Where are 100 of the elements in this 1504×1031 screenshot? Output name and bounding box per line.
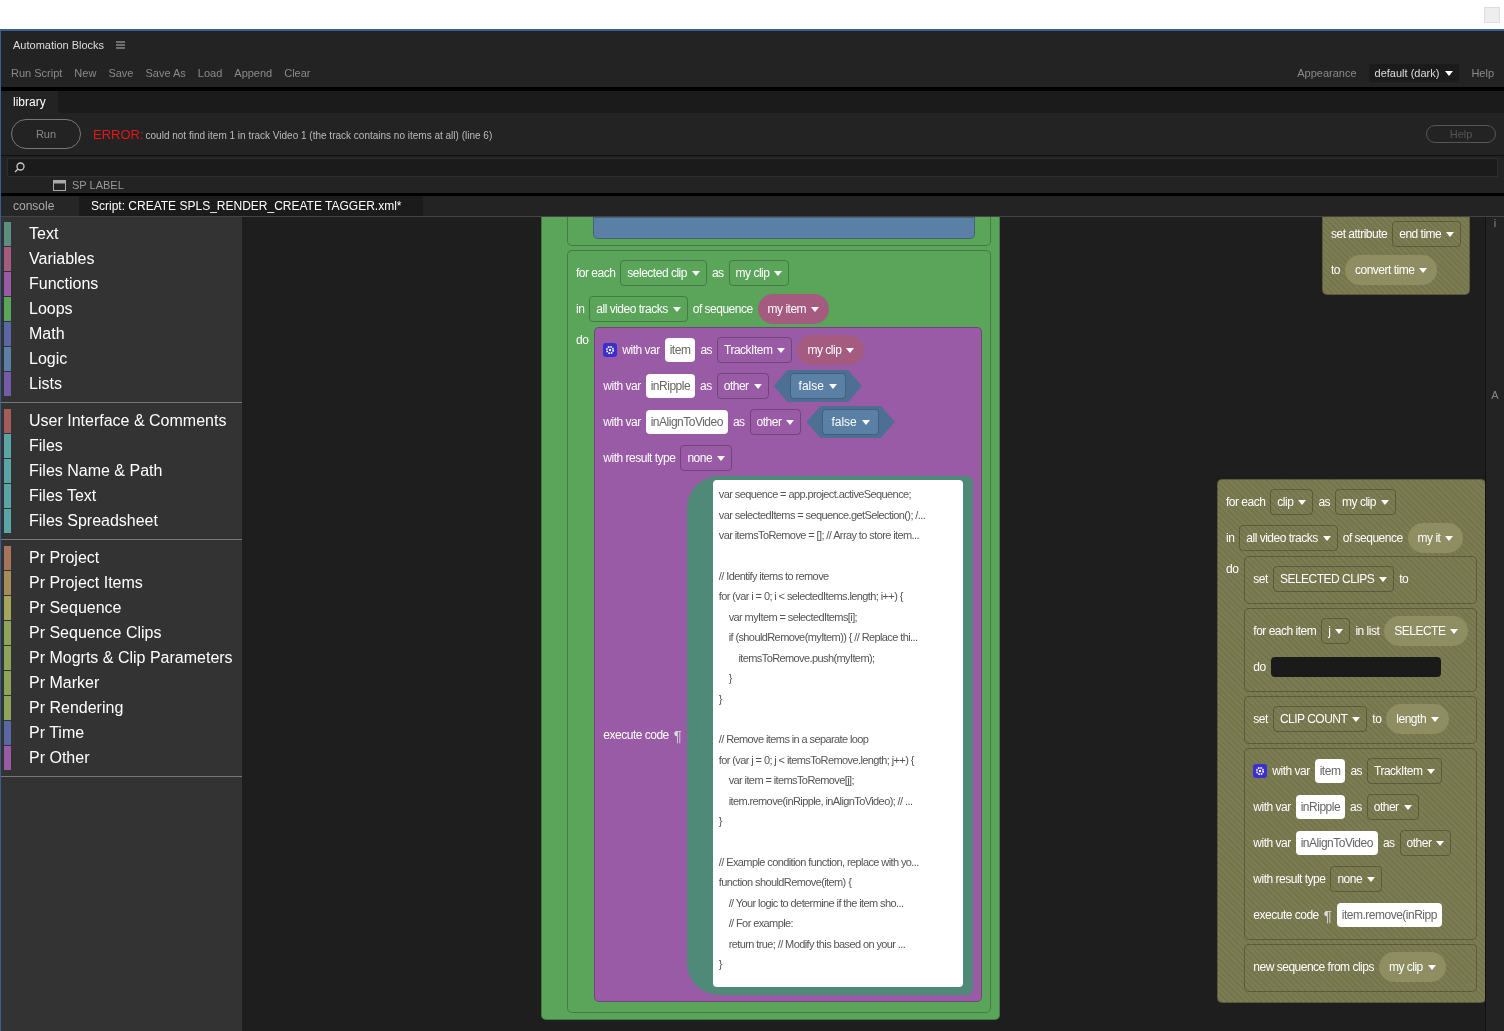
dropdown-field[interactable]: selected clip: [620, 260, 707, 286]
block-label: in list: [1355, 624, 1380, 638]
dropdown-field[interactable]: all video tracks: [589, 296, 688, 322]
block-label: as: [1350, 800, 1362, 814]
block-label: of sequence: [692, 302, 753, 316]
search-field[interactable]: [7, 158, 1498, 177]
block-label: with result type: [603, 451, 676, 465]
pilcrow-icon: ¶: [673, 726, 682, 744]
caret-icon: [1322, 535, 1331, 541]
category-item[interactable]: Pr Rendering: [1, 695, 242, 720]
variable-block[interactable]: my item: [757, 294, 830, 324]
category-item[interactable]: Loops: [1, 296, 242, 321]
dropdown-field[interactable]: TrackItem: [717, 337, 793, 363]
menu-item[interactable]: New: [74, 67, 97, 79]
menu-item[interactable]: Clear: [284, 67, 311, 79]
dropdown-field[interactable]: none: [680, 445, 733, 471]
category-item[interactable]: Files: [1, 433, 242, 458]
sp-label: SP LABEL: [72, 179, 124, 191]
gear-icon[interactable]: [603, 343, 618, 357]
caret-icon: [1419, 267, 1428, 273]
menu-item[interactable]: Append: [234, 67, 273, 79]
block-label: with var: [603, 379, 641, 393]
code-line: var itemsToRemove = []; // Array to store item...: [718, 528, 920, 543]
code-line: // For example:: [727, 916, 794, 931]
category-item[interactable]: User Interface & Comments: [1, 408, 242, 433]
menu-item[interactable]: Load: [197, 67, 223, 79]
caret-icon: [846, 347, 855, 353]
category-item[interactable]: Files Text: [1, 483, 242, 508]
block-label: as: [1318, 495, 1331, 509]
block-label: with result type: [1253, 872, 1326, 886]
dropdown-field[interactable]: other: [749, 409, 802, 435]
block-label: with var: [603, 415, 641, 429]
dropdown-field[interactable]: false: [822, 409, 879, 435]
code-line: }: [727, 671, 733, 686]
error-message: ERROR:could not find item 1 in track Video 1 (the track contains no items at all) (line 6): [93, 126, 493, 142]
help-link[interactable]: Help: [1471, 67, 1494, 79]
category-item[interactable]: Pr Time: [1, 720, 242, 745]
boolean-block[interactable]: false: [806, 406, 895, 438]
dropdown-field[interactable]: false: [789, 373, 846, 399]
search-icon: [14, 162, 25, 173]
dropdown-field[interactable]: other: [716, 373, 769, 399]
category-item[interactable]: Pr Project Items: [1, 570, 242, 595]
category-item[interactable]: Pr Project: [1, 545, 242, 570]
category-item[interactable]: Pr Marker: [1, 670, 242, 695]
caret-icon: [811, 306, 820, 312]
category-item[interactable]: Pr Mogrts & Clip Parameters: [1, 645, 242, 670]
appearance-dropdown[interactable]: default (dark): [1368, 64, 1460, 82]
code-line: var item = itemsToRemove[j];: [727, 773, 855, 788]
block-label: execute code: [603, 728, 669, 743]
caret-icon: [1445, 70, 1454, 76]
category-item[interactable]: Files Name & Path: [1, 458, 242, 483]
category-item[interactable]: Logic: [1, 346, 242, 371]
input-field[interactable]: inRipple: [645, 374, 696, 398]
code-line: for (var j = 0; j < itemsToRemove.length; j++) {: [718, 752, 916, 768]
variable-block[interactable]: my clip: [797, 335, 865, 365]
caret-icon: [1335, 628, 1344, 634]
tab[interactable]: Script: CREATE SPLS_RENDER_CREATE TAGGER.xml*: [79, 196, 423, 216]
dropdown-field[interactable]: my clip: [728, 260, 790, 286]
category-item[interactable]: Pr Other: [1, 745, 242, 770]
caret-icon: [1427, 964, 1436, 970]
caret-icon: [691, 270, 700, 276]
caret-icon: [774, 270, 783, 276]
menu-item[interactable]: Run Script: [11, 67, 63, 79]
boolean-block[interactable]: false: [773, 370, 862, 402]
caret-icon: [1367, 876, 1376, 882]
caret-icon: [861, 419, 870, 425]
caret-icon: [672, 306, 681, 312]
caret-icon: [1379, 576, 1388, 582]
category-item[interactable]: Files Spreadsheet: [1, 508, 242, 533]
block-label: with var: [1253, 800, 1291, 814]
menu-item[interactable]: Save: [108, 67, 134, 79]
menu-item[interactable]: Save As: [145, 67, 186, 79]
category-item[interactable]: Math: [1, 321, 242, 346]
caret-icon: [753, 383, 762, 389]
tab[interactable]: library: [1, 91, 58, 113]
category-item[interactable]: Functions: [1, 271, 242, 296]
caret-icon: [1431, 716, 1440, 722]
panel-title: Automation Blocks: [13, 39, 105, 51]
block-label: of sequence: [1342, 531, 1403, 545]
input-field[interactable]: inAlignToVideo: [645, 410, 728, 434]
block-label: execute code: [1253, 908, 1319, 922]
caret-icon: [1446, 231, 1455, 237]
block-label: set: [1253, 572, 1268, 586]
caret-icon: [1427, 768, 1436, 774]
block-label: with var: [1253, 836, 1291, 850]
block-label: to: [1399, 572, 1409, 586]
category-item[interactable]: Pr Sequence Clips: [1, 620, 242, 645]
input-field[interactable]: item: [664, 338, 696, 362]
caret-icon: [1436, 840, 1445, 846]
caret-icon: [1403, 804, 1412, 810]
menu-icon[interactable]: [116, 41, 126, 49]
code-line: var selectedItems = sequence.getSelection(); /...: [718, 507, 927, 523]
category-item[interactable]: Lists: [1, 371, 242, 396]
category-item[interactable]: Variables: [1, 246, 242, 271]
appearance-label: Appearance: [1297, 67, 1357, 79]
caret-icon: [1352, 716, 1361, 722]
code-line: function shouldRemove(item) {: [718, 875, 853, 890]
category-item[interactable]: Text: [1, 221, 242, 246]
caret-icon: [1445, 535, 1454, 541]
category-item[interactable]: Pr Sequence: [1, 595, 242, 620]
